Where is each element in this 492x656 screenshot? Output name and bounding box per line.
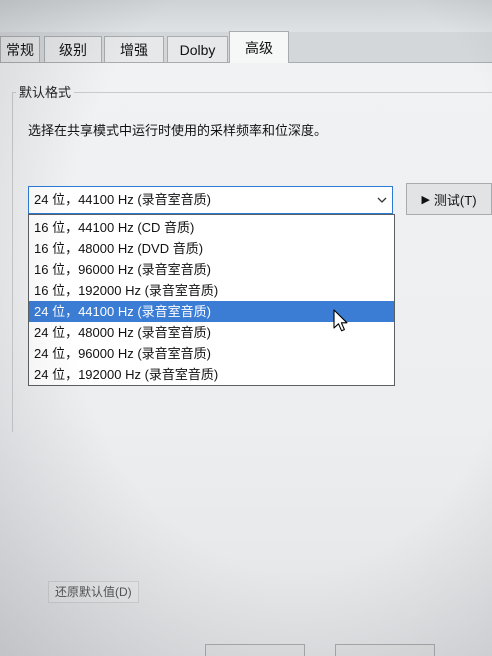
title-bar: [0, 0, 492, 32]
default-format-select[interactable]: 24 位，44100 Hz (录音室音质): [28, 186, 393, 214]
group-title: 默认格式: [16, 82, 75, 101]
mouse-cursor-icon: [333, 309, 348, 332]
test-button[interactable]: ▶ 测试(T): [406, 183, 492, 215]
test-button-label: 测试(T): [433, 192, 477, 208]
format-option[interactable]: 24 位，192000 Hz (录音室音质): [29, 364, 394, 385]
selected-format-value: 24 位，44100 Hz (录音室音质): [34, 192, 211, 207]
restore-defaults-button[interactable]: 还原默认值(D): [48, 581, 139, 603]
format-dropdown-list: 16 位，44100 Hz (CD 音质) 16 位，48000 Hz (DVD…: [28, 214, 395, 386]
format-option[interactable]: 16 位，48000 Hz (DVD 音质): [29, 238, 394, 259]
tab-label: Dolby: [179, 41, 216, 58]
format-option[interactable]: 24 位，96000 Hz (录音室音质): [29, 343, 394, 364]
format-option[interactable]: 16 位，192000 Hz (录音室音质): [29, 280, 394, 301]
ok-button[interactable]: [205, 644, 305, 656]
cancel-button[interactable]: [335, 644, 435, 656]
format-description: 选择在共享模式中运行时使用的采样频率和位深度。: [28, 123, 328, 138]
tab-enhancements[interactable]: 增强: [104, 36, 164, 62]
tab-label: 常规: [6, 41, 34, 58]
tab-label: 高级: [245, 39, 273, 56]
tab-advanced[interactable]: 高级: [229, 31, 289, 63]
play-icon: ▶: [421, 193, 430, 206]
tab-label: 级别: [59, 41, 87, 58]
tab-levels[interactable]: 级别: [44, 36, 102, 62]
format-option[interactable]: 16 位，44100 Hz (CD 音质): [29, 217, 394, 238]
tab-dolby[interactable]: Dolby: [167, 36, 228, 62]
format-option[interactable]: 16 位，96000 Hz (录音室音质): [29, 259, 394, 280]
tab-label: 增强: [120, 41, 148, 58]
chevron-down-icon: [377, 197, 387, 203]
tab-general[interactable]: 常规: [0, 36, 40, 62]
